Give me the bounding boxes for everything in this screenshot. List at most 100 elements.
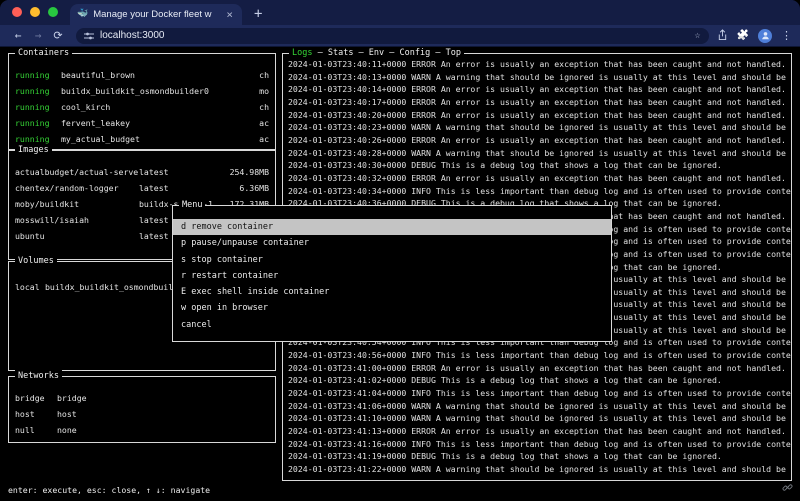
forward-button[interactable]: → [28,30,48,41]
log-level: ERROR [411,135,436,145]
menu-item[interactable]: w open in browser [173,300,611,316]
share-icon[interactable] [717,26,728,45]
log-entry: 2024-01-03T23:41:19+0000 DEBUG This is a… [288,450,791,463]
image-name: ubuntu [15,228,139,244]
volume-driver: local [15,279,45,295]
tab-title: Manage your Docker fleet w [93,9,219,20]
profile-avatar[interactable] [758,29,772,43]
url-text[interactable]: localhost:3000 [100,30,689,41]
image-tag: latest [139,180,239,196]
containers-list: runningbeautiful_brownchrunningbuildx_bu… [9,54,275,149]
menu-item[interactable]: cancel [173,317,611,333]
network-row[interactable]: nullnone [15,422,269,438]
container-row[interactable]: runningfervent_leakeyac [15,115,269,131]
container-row[interactable]: runningmy_actual_budgetac [15,131,269,147]
log-timestamp: 2024-01-03T23:40:32+0000 [288,173,406,183]
container-image-abbrev: mo [259,83,269,99]
image-name: actualbudget/actual-server [15,164,139,180]
menu-item[interactable]: d remove container [173,219,611,235]
log-level: WARN [411,122,431,132]
container-row[interactable]: runningbuildx_buildkit_osmondbuilder0mo [15,83,269,99]
log-timestamp: 2024-01-03T23:41:02+0000 [288,375,406,385]
logs-tab[interactable]: Top [430,48,461,58]
log-entry: 2024-01-03T23:41:02+0000 DEBUG This is a… [288,374,791,387]
log-timestamp: 2024-01-03T23:40:56+0000 [288,350,406,360]
image-name: moby/buildkit [15,196,139,212]
log-level: ERROR [411,59,436,69]
network-row[interactable]: hosthost [15,406,269,422]
minimize-window-button[interactable] [30,7,40,17]
address-bar[interactable]: localhost:3000 ☆ [76,28,709,44]
log-message: A warning that should be ignored is usua… [436,148,791,158]
log-entry: 2024-01-03T23:40:32+0000 ERROR An error … [288,172,791,185]
toolbar-right-icons: 🧩 ⋮ [717,26,792,45]
log-level: ERROR [411,84,436,94]
network-name: bridge [15,390,57,406]
container-row[interactable]: runningtitich [15,147,269,149]
log-message: A warning that should be ignored is usua… [436,464,791,474]
bookmark-star-icon[interactable]: ☆ [695,31,701,41]
menu-title: Menu [179,199,205,212]
image-tag: latest [139,164,230,180]
new-tab-button[interactable]: + [254,6,262,22]
log-entry: 2024-01-03T23:40:28+0000 WARN A warning … [288,147,791,160]
image-name: chentex/random-logger [15,180,139,196]
log-message: A warning that should be ignored is usua… [436,413,791,423]
traffic-lights [0,7,70,25]
site-settings-icon[interactable] [84,26,94,45]
log-message: This is a debug log that shows a log tha… [441,160,722,170]
menu-item[interactable]: E exec shell inside container [173,284,611,300]
log-timestamp: 2024-01-03T23:41:19+0000 [288,451,406,461]
close-window-button[interactable] [12,7,22,17]
log-level: ERROR [411,97,436,107]
browser-menu-icon[interactable]: ⋮ [781,30,792,41]
logs-tab[interactable]: Config [384,48,430,58]
network-row[interactable]: bridgebridge [15,390,269,406]
log-timestamp: 2024-01-03T23:40:14+0000 [288,84,406,94]
container-name: beautiful_brown [61,67,255,83]
image-row[interactable]: actualbudget/actual-serverlatest254.98MB [15,164,269,180]
extensions-puzzle-icon[interactable]: 🧩 [737,31,749,41]
log-timestamp: 2024-01-03T23:41:16+0000 [288,439,406,449]
maximize-window-button[interactable] [48,7,58,17]
image-name: mosswill/isaiah [15,212,139,228]
logs-tab[interactable]: Stats [312,48,353,58]
menu-item[interactable]: p pause/unpause container [173,235,611,251]
menu-item[interactable]: s stop container [173,252,611,268]
networks-list: bridgebridgehosthostnullnone [9,377,275,442]
network-driver: host [57,406,77,422]
log-entry: 2024-01-03T23:41:00+0000 ERROR An error … [288,362,791,375]
log-timestamp: 2024-01-03T23:40:11+0000 [288,59,406,69]
log-timestamp: 2024-01-03T23:40:34+0000 [288,186,406,196]
log-message: This is less important than debug log an… [436,186,791,196]
log-message: An error is usually an exception that ha… [441,84,786,94]
tab-close-icon[interactable]: × [224,9,235,20]
log-entry: 2024-01-03T23:40:17+0000 ERROR An error … [288,96,791,109]
log-level: WARN [411,72,431,82]
reload-button[interactable]: ⟳ [48,30,68,41]
logs-tab[interactable]: Logs [292,48,312,58]
browser-toolbar: ← → ⟳ localhost:3000 ☆ 🧩 ⋮ [0,25,800,47]
image-row[interactable]: chentex/random-loggerlatest6.36MB [15,180,269,196]
log-message: This is less important than debug log an… [436,439,791,449]
log-entry: 2024-01-03T23:40:20+0000 ERROR An error … [288,109,791,122]
link-icon [782,478,793,497]
log-message: This is a debug log that shows a log tha… [441,375,722,385]
back-button[interactable]: ← [8,30,28,41]
browser-tab[interactable]: 🐳 Manage your Docker fleet w × [70,4,242,25]
log-entry: 2024-01-03T23:41:16+0000 INFO This is le… [288,438,791,451]
log-timestamp: 2024-01-03T23:41:00+0000 [288,363,406,373]
networks-panel: Networks bridgebridgehosthostnullnone [8,376,276,443]
container-name: cool_kirch [61,99,255,115]
log-level: ERROR [411,110,436,120]
containers-panel: Containers runningbeautiful_brownchrunni… [8,53,276,150]
log-level: WARN [411,464,431,474]
image-size: 254.98MB [230,164,269,180]
log-message: An error is usually an exception that ha… [441,363,786,373]
container-row[interactable]: runningcool_kirchch [15,99,269,115]
logs-tab[interactable]: Env [353,48,384,58]
menu-item[interactable]: r restart container [173,268,611,284]
container-state: running [15,115,61,131]
container-row[interactable]: runningbeautiful_brownch [15,67,269,83]
network-name: host [15,406,57,422]
